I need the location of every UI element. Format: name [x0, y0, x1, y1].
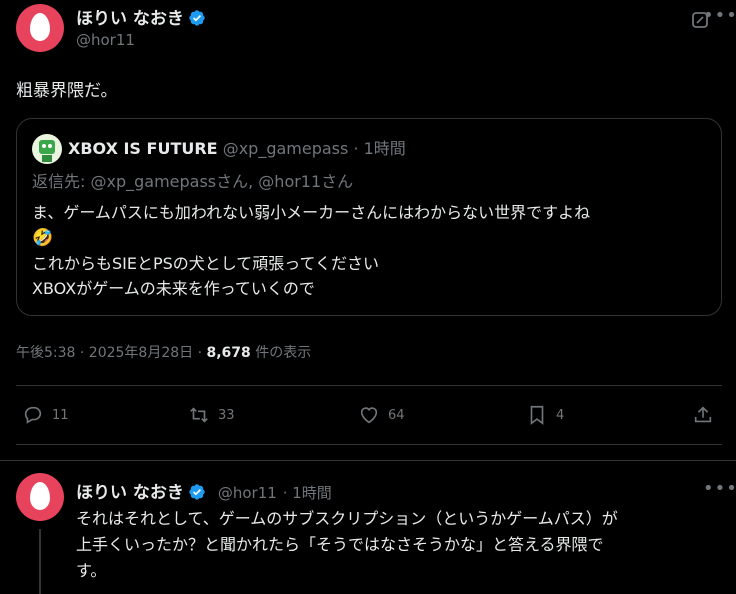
share-button[interactable] — [692, 404, 714, 426]
like-count: 64 — [388, 407, 405, 423]
verified-badge-icon — [189, 484, 205, 500]
divider-top — [16, 385, 722, 386]
quoted-text-line-3: XBOXがゲームの未来を作っていくので — [32, 279, 315, 298]
quoted-reply-to: 返信先: @xp_gamepassさん, @hor11さん — [32, 172, 354, 191]
quoted-text-line-1: ま、ゲームパスにも加われない弱小メーカーさんにはわからない世界ですよね — [32, 203, 591, 222]
bookmark-icon — [530, 405, 544, 425]
reply-text-line-3: す。 — [76, 561, 107, 580]
retweet-icon — [190, 407, 208, 423]
thread-connector-line — [39, 529, 41, 594]
author-handle[interactable]: @hor11 — [76, 31, 135, 49]
reply-header: ほりい なおき @hor11 · 1時間 — [76, 478, 332, 503]
quoted-author-avatar[interactable] — [32, 134, 62, 164]
reply-time[interactable]: · 1時間 — [283, 484, 332, 502]
egg-avatar-icon — [30, 13, 50, 41]
quoted-display-name[interactable]: XBOX IS FUTURE — [68, 139, 218, 158]
quoted-header: XBOX IS FUTURE @xp_gamepass · 1時間 — [68, 139, 406, 159]
reply-icon — [24, 406, 42, 424]
tweet-text: 粗暴界隈だ。 — [16, 81, 118, 101]
share-icon — [694, 406, 712, 423]
author-avatar[interactable] — [16, 4, 64, 52]
author-name[interactable]: ほりい なおき — [76, 4, 206, 29]
rofl-emoji-icon: 🤣 — [32, 228, 54, 248]
reply-handle[interactable]: @hor11 — [218, 484, 277, 502]
bookmark-button[interactable]: 4 — [526, 404, 564, 426]
divider-mid — [16, 444, 722, 445]
bookmark-count: 4 — [556, 407, 565, 423]
author-display-name[interactable]: ほりい なおき — [76, 9, 184, 29]
reply-author-avatar[interactable] — [16, 473, 64, 521]
quoted-time[interactable]: · 1時間 — [353, 139, 405, 158]
divider-section — [0, 460, 736, 461]
egg-avatar-icon — [30, 482, 50, 510]
retweet-count: 33 — [218, 407, 235, 423]
retweet-button[interactable]: 33 — [188, 404, 235, 426]
reply-text: それはそれとして、ゲームのサブスクリプション（というかゲームパス）が 上手くいっ… — [76, 506, 618, 584]
reply-text-line-1: それはそれとして、ゲームのサブスクリプション（というかゲームパス）が — [76, 509, 618, 528]
reply-button[interactable]: 11 — [22, 404, 69, 426]
tweet-timestamp[interactable]: 午後5:38 · 2025年8月28日 · — [16, 345, 207, 361]
reply-count: 11 — [52, 407, 69, 423]
reply-more-options-icon[interactable]: ••• — [703, 478, 736, 499]
views-count: 8,678 — [206, 345, 251, 361]
like-button[interactable]: 64 — [358, 404, 405, 426]
reply-display-name[interactable]: ほりい なおき — [76, 483, 184, 503]
quoted-handle[interactable]: @xp_gamepass — [223, 139, 349, 158]
verified-badge-icon — [189, 10, 205, 26]
reply-text-line-2: 上手くいったか？と聞かれたら「そうではなさそうかな」と答える界隈で — [76, 535, 604, 554]
quoted-text-line-2: これからもSIEとPSの犬として頑張ってください — [32, 254, 380, 273]
more-options-icon[interactable]: ••• — [703, 5, 736, 26]
robot-avatar-icon — [39, 140, 55, 162]
heart-icon — [360, 407, 378, 424]
tweet-meta: 午後5:38 · 2025年8月28日 · 8,678 件の表示 — [16, 342, 311, 362]
views-label: 件の表示 — [255, 345, 312, 361]
